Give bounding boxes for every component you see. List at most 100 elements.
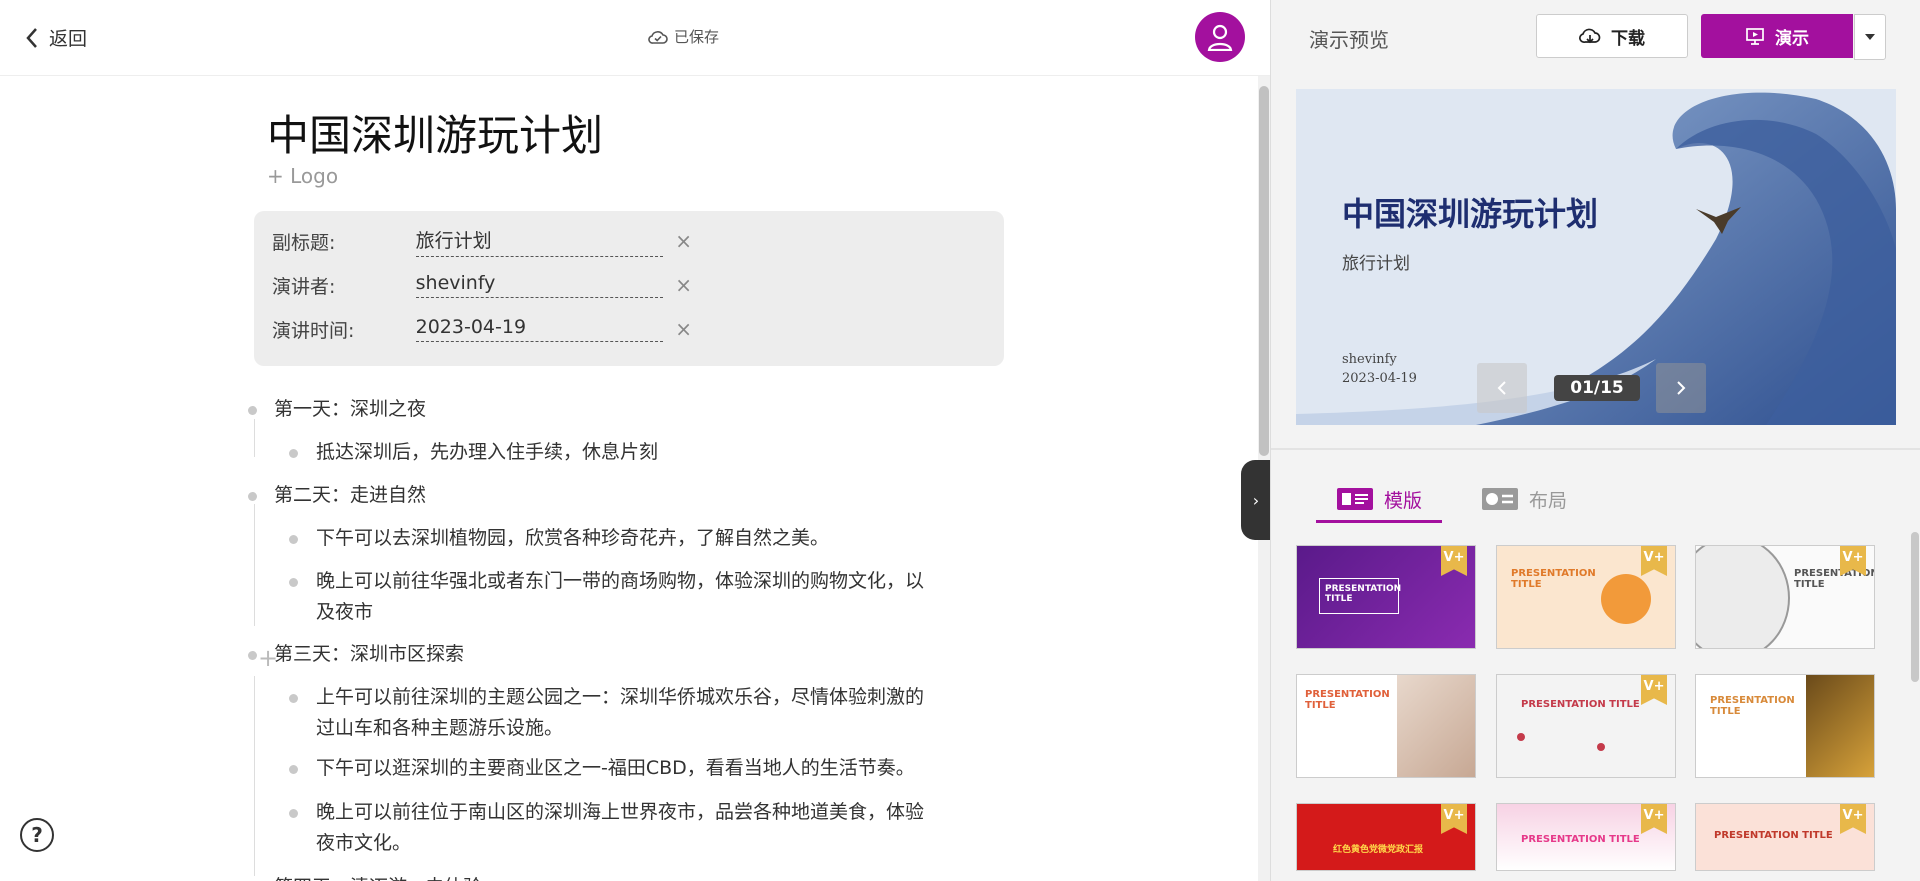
present-options-button[interactable]	[1854, 14, 1886, 60]
chevron-left-icon	[1497, 381, 1506, 395]
template-title: PRESENTATION TITLE	[1305, 689, 1390, 711]
cloud-download-icon	[1579, 28, 1601, 44]
template-card[interactable]: 红色黄色党微党政汇报 V+	[1296, 803, 1476, 871]
vip-badge: V+	[1441, 804, 1467, 834]
preview-panel: 演示预览 下载 演示 中国深圳游玩计划 旅行计划 shevinfy 2023-0…	[1270, 0, 1920, 881]
previous-slide-button[interactable]	[1477, 363, 1527, 413]
preview-title: 中国深圳游玩计划	[1342, 195, 1599, 233]
clear-icon[interactable]: ×	[675, 273, 692, 297]
preview-author: shevinfy	[1342, 352, 1397, 367]
back-label: 返回	[49, 28, 88, 50]
chevron-left-icon	[26, 27, 37, 48]
clear-icon[interactable]: ×	[675, 229, 692, 253]
download-label: 下载	[1611, 28, 1645, 49]
download-button[interactable]: 下载	[1536, 14, 1688, 58]
top-bar: 返回 已保存	[0, 0, 1270, 76]
bullet-icon	[289, 765, 298, 774]
template-card[interactable]: PRESENTATION TITLE V+	[1496, 674, 1676, 778]
next-slide-button[interactable]	[1656, 363, 1706, 413]
vip-badge: V+	[1641, 546, 1667, 576]
preview-date: 2023-04-19	[1342, 371, 1417, 386]
template-title: PRESENTATION TITLE	[1710, 695, 1795, 717]
metadata-box: 副标题: 旅行计划 × 演讲者: shevinfy × 演讲时间: 2023-0…	[254, 211, 1004, 366]
help-button[interactable]: ?	[20, 818, 54, 852]
editor-scroll-thumb[interactable]	[1259, 86, 1269, 456]
outline-subitem-cont[interactable]: 及夜市	[316, 597, 373, 628]
outline-item[interactable]: 第一天：深圳之夜	[274, 394, 426, 425]
template-title: PRESENTATION TITLE	[1714, 830, 1833, 841]
meta-label: 演讲时间:	[272, 319, 355, 342]
collapse-panel-button[interactable]: ›	[1241, 460, 1271, 540]
vip-badge: V+	[1840, 804, 1866, 834]
indent-guide	[254, 419, 255, 457]
present-button[interactable]: 演示	[1701, 14, 1853, 58]
tab-layout[interactable]: 布局	[1481, 478, 1567, 520]
date-field[interactable]: 2023-04-19	[415, 316, 664, 342]
template-icon	[1337, 488, 1373, 510]
template-card[interactable]: PRESENTATION TITLE	[1296, 674, 1476, 778]
meta-row-speaker: 演讲者: shevinfy ×	[272, 270, 692, 300]
subtitle-field[interactable]: 旅行计划	[415, 226, 664, 257]
photo-decor	[1397, 675, 1475, 777]
tab-label: 布局	[1529, 489, 1568, 512]
cloud-check-icon	[648, 30, 668, 44]
indent-guide	[254, 676, 255, 876]
speaker-field[interactable]: shevinfy	[415, 272, 664, 298]
bullet-icon	[289, 694, 298, 703]
save-status: 已保存	[648, 26, 719, 47]
add-logo-button[interactable]: + Logo	[267, 164, 338, 188]
outline-item[interactable]: 第三天：深圳市区探索	[274, 639, 464, 670]
decor-circle	[1601, 574, 1651, 624]
back-button[interactable]: 返回	[25, 24, 87, 51]
outline-subitem[interactable]: 下午可以逛深圳的主要商业区之一-福田CBD，看看当地人的生活节奏。	[316, 753, 915, 784]
clear-icon[interactable]: ×	[675, 317, 692, 341]
meta-row-date: 演讲时间: 2023-04-19 ×	[272, 314, 692, 344]
bullet-icon	[248, 406, 257, 415]
bullet-icon	[248, 492, 257, 501]
document-title[interactable]: 中国深圳游玩计划	[267, 102, 603, 163]
bullet-icon	[289, 809, 298, 818]
outline-subitem[interactable]: 上午可以前往深圳的主题公园之一：深圳华侨城欢乐谷，尽情体验刺激的	[316, 682, 924, 713]
template-card[interactable]: PRESENTATION TITLE V+	[1496, 545, 1676, 649]
outline-subitem-cont[interactable]: 过山车和各种主题游乐设施。	[316, 713, 563, 744]
decor-dot	[1597, 743, 1605, 751]
template-card[interactable]: PRESENTATION TITLE V+	[1496, 803, 1676, 871]
decor-dot	[1517, 733, 1525, 741]
document-editor: 中国深圳游玩计划 + Logo 副标题: 旅行计划 × 演讲者: shevinf…	[0, 76, 1258, 881]
preview-subtitle: 旅行计划	[1342, 254, 1410, 274]
template-card[interactable]: PRESENTATION TITLE V+	[1296, 545, 1476, 649]
outline-subitem[interactable]: 下午可以去深圳植物园，欣赏各种珍奇花卉，了解自然之美。	[316, 523, 829, 554]
template-title: PRESENTATION TITLE	[1521, 834, 1640, 845]
slide-preview[interactable]: 中国深圳游玩计划 旅行计划 shevinfy 2023-04-19 01/15	[1296, 89, 1896, 425]
template-title: PRESENTATION TITLE	[1325, 584, 1402, 604]
caret-down-icon	[1865, 34, 1875, 40]
outline-subitem[interactable]: 晚上可以前往华强北或者东门一带的商场购物，体验深圳的购物文化，以	[316, 566, 924, 597]
bullet-icon	[248, 651, 257, 660]
presentation-icon	[1746, 28, 1764, 45]
outline-item[interactable]: 第四天：清迈游 · 去体验	[274, 872, 482, 881]
panel-scrollbar[interactable]	[1911, 532, 1919, 682]
outline-subitem-cont[interactable]: 夜市文化。	[316, 828, 411, 859]
present-label: 演示	[1775, 28, 1809, 49]
template-card[interactable]: PRESENTATION TITLE V+	[1695, 803, 1875, 871]
template-card[interactable]: PRESENTATION TITLE V+	[1695, 545, 1875, 649]
outline-subitem[interactable]: 抵达深圳后，先办理入住手续，休息片刻	[316, 437, 658, 468]
chevron-right-icon	[1677, 381, 1686, 395]
vip-badge: V+	[1641, 804, 1667, 834]
meta-label: 副标题:	[272, 231, 336, 254]
indent-guide	[254, 504, 255, 626]
slide-counter: 01/15	[1554, 375, 1640, 401]
template-title: PRESENTATION TITLE	[1794, 568, 1875, 590]
tab-templates[interactable]: 模版	[1316, 478, 1443, 523]
outline-subitem[interactable]: 晚上可以前往位于南山区的深圳海上世界夜市，品尝各种地道美食，体验	[316, 797, 924, 828]
vip-badge: V+	[1441, 546, 1467, 576]
bullet-icon	[289, 535, 298, 544]
outline-item[interactable]: 第二天：走进自然	[274, 480, 426, 511]
user-avatar[interactable]	[1195, 12, 1245, 62]
meta-row-subtitle: 副标题: 旅行计划 ×	[272, 226, 692, 257]
meta-label: 演讲者:	[272, 275, 336, 298]
template-card[interactable]: PRESENTATION TITLE	[1695, 674, 1875, 778]
save-status-label: 已保存	[674, 28, 720, 46]
user-icon	[1207, 24, 1233, 51]
bullet-icon	[289, 578, 298, 587]
